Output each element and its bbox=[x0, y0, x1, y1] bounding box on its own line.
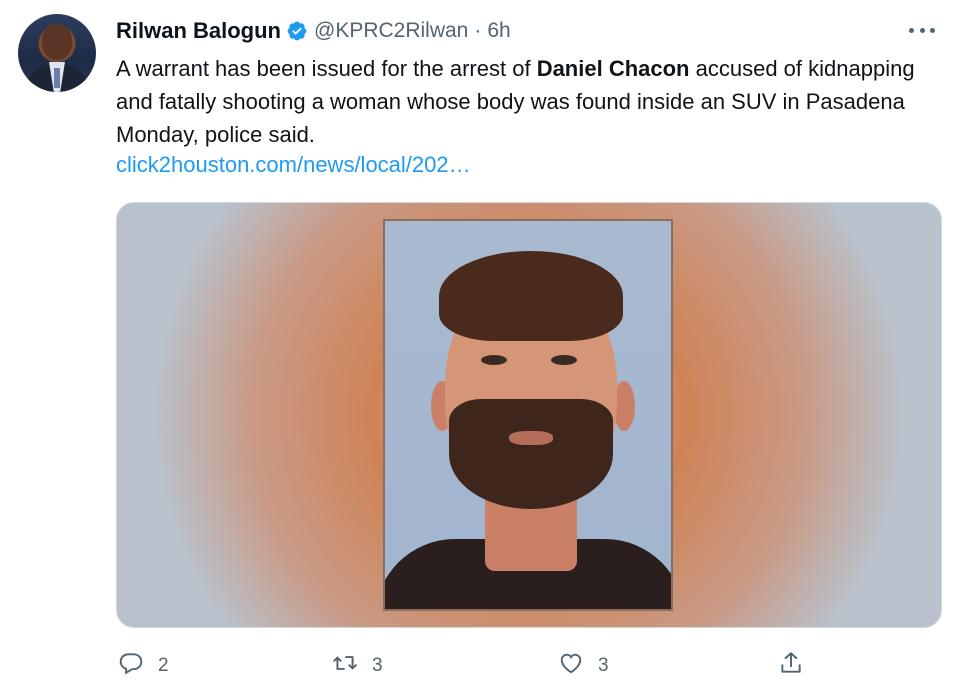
photo-hair bbox=[439, 251, 623, 341]
reply-icon bbox=[118, 650, 144, 682]
heart-icon bbox=[558, 650, 584, 682]
tweet-link[interactable]: click2houston.com/news/local/202… bbox=[116, 148, 471, 181]
separator-dot: · bbox=[474, 19, 482, 42]
timestamp[interactable]: 6h bbox=[487, 19, 510, 43]
verified-badge-icon bbox=[286, 20, 308, 42]
tweet-text-part: A warrant has been issued for the arrest… bbox=[116, 56, 537, 81]
tweet-text: A warrant has been issued for the arrest… bbox=[116, 52, 936, 151]
more-options-button[interactable] bbox=[905, 18, 939, 42]
like-button[interactable]: 3 bbox=[558, 648, 609, 684]
reply-count: 2 bbox=[158, 655, 169, 676]
photo-beard bbox=[449, 399, 613, 509]
tweet-text-bold: Daniel Chacon bbox=[536, 56, 690, 81]
tweet-media-image[interactable] bbox=[116, 202, 942, 628]
avatar[interactable] bbox=[18, 14, 96, 92]
mugshot-photo bbox=[383, 219, 673, 611]
photo-eye bbox=[551, 355, 577, 365]
share-button[interactable] bbox=[778, 648, 804, 684]
user-handle[interactable]: @KPRC2Rilwan bbox=[314, 19, 468, 43]
share-icon bbox=[778, 650, 804, 682]
like-count: 3 bbox=[598, 655, 609, 676]
retweet-icon bbox=[332, 650, 358, 682]
more-dot-icon bbox=[909, 27, 914, 33]
retweet-button[interactable]: 3 bbox=[332, 648, 383, 684]
photo-mouth bbox=[509, 431, 553, 445]
display-name[interactable]: Rilwan Balogun bbox=[116, 18, 281, 44]
tweet-header: Rilwan Balogun @KPRC2Rilwan · 6h bbox=[116, 16, 511, 46]
more-dot-icon bbox=[930, 27, 935, 33]
tweet-actions: 2 3 3 bbox=[0, 648, 960, 684]
reply-button[interactable]: 2 bbox=[118, 648, 169, 684]
avatar-tie bbox=[54, 68, 60, 88]
photo-eye bbox=[481, 355, 507, 365]
retweet-count: 3 bbox=[372, 655, 383, 676]
avatar-head bbox=[42, 24, 72, 60]
more-dot-icon bbox=[919, 27, 925, 33]
